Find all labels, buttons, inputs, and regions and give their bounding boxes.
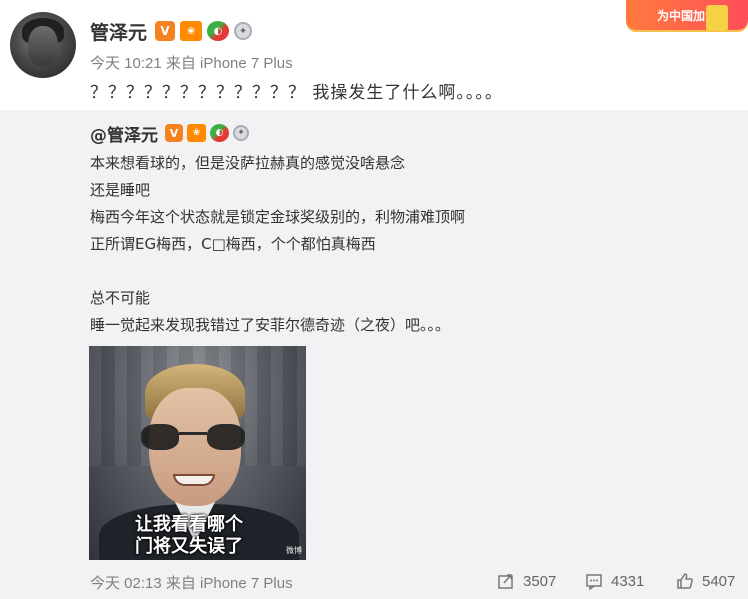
like-button[interactable]: 5407 xyxy=(676,570,735,592)
image-watermark: 微博 xyxy=(286,546,302,555)
comment-button[interactable]: 4331 xyxy=(585,570,644,592)
promo-banner[interactable]: 为中国加油 xyxy=(626,0,748,30)
post-meta: 今天 10:21 来自 iPhone 7 Plus xyxy=(90,55,293,72)
medal-badge-icon[interactable]: ✦ xyxy=(234,22,253,40)
avatar-face xyxy=(28,26,58,66)
comment-count: 4331 xyxy=(611,572,645,590)
verified-v-icon[interactable]: V xyxy=(165,124,183,142)
like-count: 5407 xyxy=(702,572,736,590)
avatar[interactable] xyxy=(10,12,76,78)
repost-icon xyxy=(498,574,513,589)
image-caption-line2: 门将又失误了 xyxy=(135,536,243,557)
repost-text-line: 睡一觉起来发现我错过了安菲尔德奇迹（之夜）吧。。。 xyxy=(90,316,451,334)
repost-text-line: 还是睡吧 xyxy=(90,181,151,199)
verified-v-icon[interactable]: V xyxy=(155,21,176,41)
gift-badge-icon[interactable]: ❀ xyxy=(187,124,206,142)
repost-author-name[interactable]: @管泽元 xyxy=(90,121,158,146)
like-icon xyxy=(677,573,693,589)
sunglasses-right xyxy=(207,424,245,450)
repost-author: @管泽元 V ❀ ◐ ✦ xyxy=(90,121,249,146)
image-mouth xyxy=(173,474,215,486)
post-author: 管泽元 V ❀ ◐ ✦ xyxy=(90,18,253,45)
comment-icon xyxy=(586,574,602,590)
repost-text-line: 正所谓EG梅西，C□梅西，个个都怕真梅西 xyxy=(90,235,376,253)
repost-text-line: 梅西今年这个状态就是锁定金球奖级别的，利物浦难顶啊 xyxy=(90,208,466,226)
post-text: ？？？？？？？？？？？？ 我操发生了什么啊。。。。 xyxy=(90,83,503,103)
repost-button[interactable]: 3507 xyxy=(497,570,556,592)
repost-meta: 今天 02:13 来自 iPhone 7 Plus xyxy=(90,575,293,592)
repost-text-line: 总不可能 xyxy=(90,289,151,307)
repost-text-line: 本来想看球的，但是没萨拉赫真的感觉没啥悬念 xyxy=(90,154,406,172)
medal-badge-icon[interactable]: ✦ xyxy=(233,125,249,141)
repost-image[interactable]: 让我看看哪个 门将又失误了 微博 xyxy=(89,346,306,560)
sunglasses-left xyxy=(141,424,179,450)
watermelon-badge-icon[interactable]: ◐ xyxy=(210,124,229,142)
promo-flag-icon xyxy=(706,5,728,31)
watermelon-badge-icon[interactable]: ◐ xyxy=(207,21,230,41)
author-name[interactable]: 管泽元 xyxy=(90,18,147,45)
gift-badge-icon[interactable]: ❀ xyxy=(180,21,203,41)
repost-count: 3507 xyxy=(523,572,557,590)
sunglasses-bridge xyxy=(179,432,207,435)
